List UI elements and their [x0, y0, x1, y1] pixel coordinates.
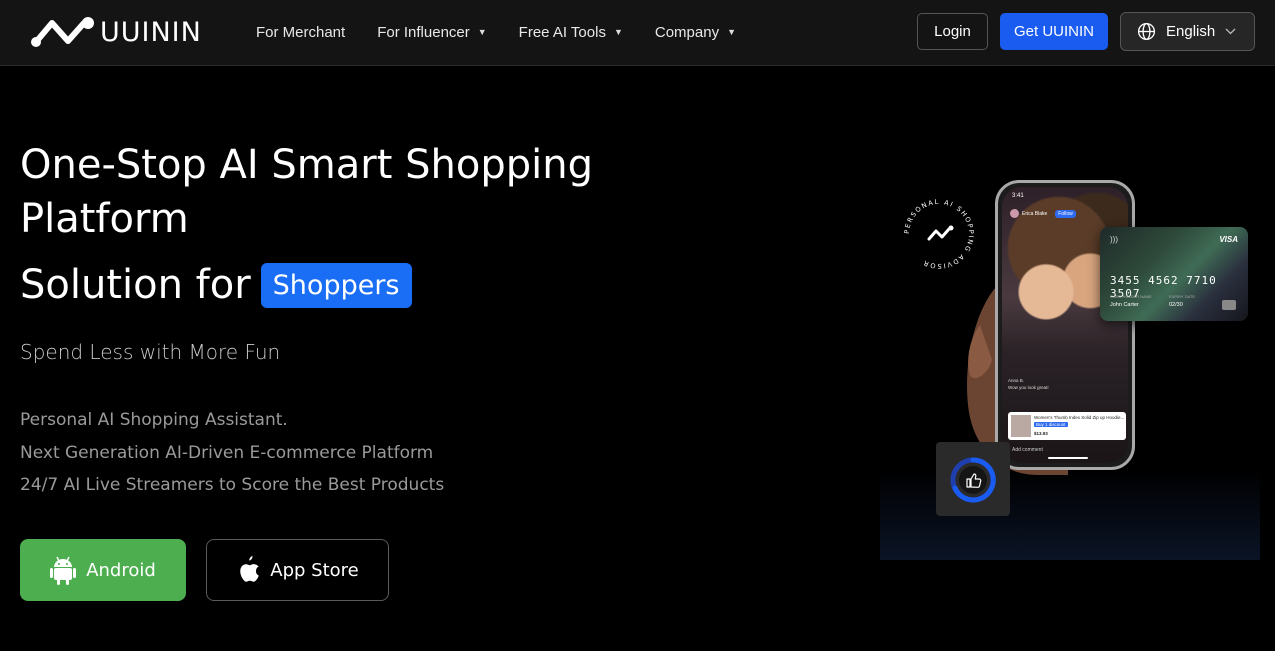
card-expiry: 02/30: [1169, 302, 1183, 308]
product-tag: Buy 1 discount: [1034, 422, 1068, 427]
android-download-button[interactable]: Android: [20, 539, 186, 601]
brand-name: UUININ: [100, 16, 202, 48]
nav-links: For Merchant For Influencer ▼ Free AI To…: [256, 0, 768, 64]
language-label: English: [1166, 23, 1216, 40]
uuinin-logo-icon: [31, 17, 94, 47]
product-price: $13.93: [1034, 431, 1048, 436]
product-title: Women's Thumb Index Solid Zip up Hoodie.…: [1034, 415, 1125, 420]
top-navigation: UUININ For Merchant For Influencer ▼ Fre…: [0, 0, 1275, 66]
android-label: Android: [86, 559, 156, 581]
language-selector[interactable]: English: [1120, 12, 1255, 51]
nav-link-label: For Influencer: [377, 23, 470, 41]
phone-product-card: Women's Thumb Index Solid Zip up Hoodie.…: [1008, 412, 1126, 440]
feature-list: Personal AI Shopping Assistant. Next Gen…: [20, 404, 444, 502]
phone-time: 3:41: [1012, 193, 1024, 199]
nav-link-label: Free AI Tools: [518, 23, 606, 41]
thumbs-up-icon: [950, 457, 996, 503]
nav-link-label: Company: [654, 23, 720, 41]
phone-mockup: 3:41 Erica Blake Follow Anna B. Wow you …: [995, 180, 1135, 470]
avatar: [1010, 209, 1019, 218]
apple-icon: [236, 556, 260, 584]
app-store-download-button[interactable]: App Store: [206, 539, 389, 601]
product-thumbnail: [1011, 415, 1031, 437]
like-badge: [936, 442, 1010, 516]
contactless-icon: ))): [1110, 235, 1118, 244]
solution-prefix: Solution for: [20, 262, 251, 308]
nav-for-influencer[interactable]: For Influencer ▼: [377, 24, 486, 41]
phone-comment: Anna B.: [1008, 378, 1025, 383]
card-holder: John Carter: [1110, 302, 1139, 308]
login-button[interactable]: Login: [917, 13, 988, 50]
phone-streamer: Erica Blake Follow: [1010, 209, 1076, 218]
caret-down-icon: ▼: [727, 27, 736, 37]
caret-down-icon: ▼: [613, 27, 623, 37]
card-expiry-label: EXPIRY DATE: [1169, 294, 1196, 299]
phone-comments: Anna B. Wow you look great!: [1008, 377, 1049, 391]
phone-follow-button: Follow: [1055, 209, 1076, 218]
credit-card: ))) VISA 3455 4562 7710 3507 CARD HOLDER…: [1100, 227, 1248, 321]
app-store-label: App Store: [270, 559, 359, 581]
hero-tagline: Spend Less with More Fun: [20, 340, 281, 364]
nav-for-merchant[interactable]: For Merchant: [256, 24, 345, 41]
nav-link-label: For Merchant: [256, 23, 346, 41]
hero-illustration: PERSONAL AI SHOPPING ADVISOR 3:41 Erica …: [880, 175, 1260, 560]
hero-solution-line: Solution for Shoppers: [20, 258, 412, 312]
card-brand: VISA: [1219, 235, 1238, 244]
chevron-down-icon: [1225, 28, 1236, 35]
feature-item: Next Generation AI-Driven E-commerce Pla…: [20, 442, 434, 463]
android-icon: [50, 555, 77, 585]
globe-icon: [1137, 22, 1156, 41]
phone-comment: Wow you look great!: [1008, 385, 1049, 390]
solution-highlight: Shoppers: [260, 262, 412, 308]
feature-item: 24/7 AI Live Streamers to Score the Best…: [20, 475, 445, 495]
hero-title: One-Stop AI Smart Shopping Platform: [20, 142, 593, 242]
brand-logo[interactable]: UUININ: [30, 14, 202, 50]
phone-add-comment: Add comment: [1012, 447, 1043, 453]
get-uuinin-button[interactable]: Get UUININ: [1000, 13, 1108, 50]
nav-free-ai-tools[interactable]: Free AI Tools ▼: [519, 24, 623, 41]
card-holder-label: CARD HOLDER NAME: [1110, 294, 1152, 299]
phone-user-name: Erica Blake: [1022, 210, 1048, 217]
phone-home-bar: [1048, 457, 1088, 459]
card-chip-icon: [1222, 300, 1236, 310]
ai-advisor-badge: PERSONAL AI SHOPPING ADVISOR: [903, 198, 974, 270]
nav-company[interactable]: Company ▼: [655, 24, 736, 41]
feature-item: Personal AI Shopping Assistant.: [20, 410, 288, 430]
caret-down-icon: ▼: [477, 27, 487, 37]
